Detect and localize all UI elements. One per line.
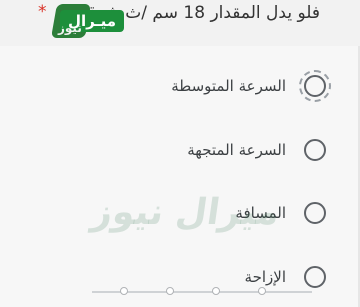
question-card: فلو يدل المقدار 18 سم /ث شرقا" * ميـرال …: [0, 0, 360, 307]
radio-button[interactable]: [304, 202, 326, 224]
option-label: الإزاحة: [244, 268, 286, 286]
option-label: السرعة المتوسطة: [171, 77, 286, 95]
logo-subtext: نيوز: [58, 21, 82, 35]
footer-dot: [166, 287, 174, 295]
footer-dot: [120, 287, 128, 295]
question-header: فلو يدل المقدار 18 سم /ث شرقا" * ميـرال …: [0, 0, 360, 46]
footer-dot: [212, 287, 220, 295]
radio-button[interactable]: [299, 70, 331, 102]
required-asterisk: *: [38, 2, 47, 22]
option-average-speed[interactable]: السرعة المتوسطة: [0, 62, 358, 110]
radio-button[interactable]: [304, 266, 326, 288]
footer-dots: [120, 287, 266, 295]
watermark: ميرال نيوز: [89, 192, 282, 233]
option-label: السرعة المتجهة: [187, 141, 286, 159]
site-logo: ميـرال نيوز: [51, 4, 125, 38]
radio-button[interactable]: [304, 139, 326, 161]
footer-dot: [258, 287, 266, 295]
option-velocity[interactable]: السرعة المتجهة: [0, 126, 358, 174]
options-group: السرعة المتوسطة السرعة المتجهة المسافة ا…: [0, 46, 358, 307]
